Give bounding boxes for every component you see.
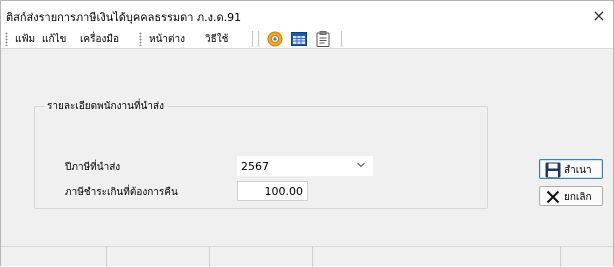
menu-grip-icon [139,32,142,46]
status-bar [1,246,613,267]
menu-help[interactable]: วิธีใช้ [205,32,228,47]
clipboard-icon[interactable] [314,30,332,48]
window-title: ติสก์ส่งรายการภาษีเงินได้บุคคลธรรมดา ภ.ง… [6,11,242,24]
app-window: ติสก์ส่งรายการภาษีเงินได้บุคคลธรรมดา ภ.ง… [0,0,614,267]
save-label: สำเนา [564,165,592,176]
floppy-disk-icon [545,162,561,178]
status-cell [1,247,107,267]
toolbar-separator [252,31,253,47]
menu-tools[interactable]: เครื่องมือ [80,32,119,47]
tax-year-select[interactable]: 2567 [237,156,373,176]
refund-label: ภาษีชำระเกินที่ต้องการคืน [65,187,178,198]
help-lifebuoy-icon[interactable] [266,30,284,48]
title-bar: ติสก์ส่งรายการภาษีเงินได้บุคคลธรรมดา ภ.ง… [1,1,613,29]
save-button[interactable]: สำเนา [539,159,603,179]
refund-amount-input[interactable]: 100.00 [237,181,308,201]
close-x-icon [545,189,561,205]
chevron-down-icon [356,160,366,173]
toolbar-separator [341,31,342,47]
status-cell [210,247,313,267]
calculator-window-icon[interactable] [290,30,308,48]
close-button[interactable]: × [585,1,613,29]
tax-year-label: ปีภาษีที่นำส่ง [65,162,121,173]
close-icon: × [592,5,606,25]
menu-grip-icon [5,32,8,46]
status-cell [107,247,210,267]
group-title: รายละเอียดพนักงานที่นำส่ง [44,99,167,114]
menu-bar: แฟ้ม แก้ไข เครื่องมือ หน้าต่าง วิธีใช้ [1,29,613,49]
refund-amount-value: 100.00 [264,185,304,198]
menu-window[interactable]: หน้าต่าง [149,32,185,47]
menu-edit[interactable]: แก้ไข [42,32,66,47]
toolbar-separator [258,31,259,47]
status-cell [313,247,561,267]
cancel-button[interactable]: ยกเลิก [539,186,603,206]
tax-year-value: 2567 [241,160,269,173]
menu-file[interactable]: แฟ้ม [15,32,35,47]
cancel-label: ยกเลิก [564,192,592,203]
